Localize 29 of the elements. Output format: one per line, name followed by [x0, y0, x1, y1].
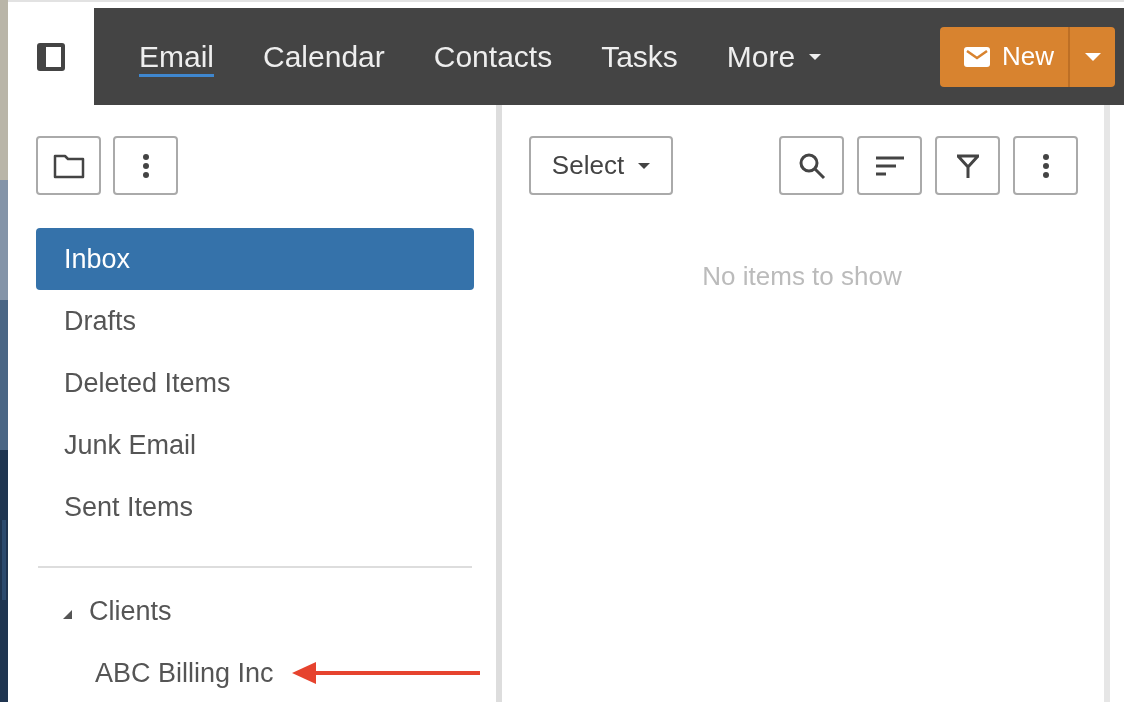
folder-group-label[interactable]: Clients — [89, 590, 172, 632]
sidebar-toggle-icon[interactable] — [36, 41, 66, 72]
filter-icon — [954, 152, 981, 179]
envelope-icon — [964, 46, 990, 67]
empty-message: No items to show — [701, 260, 903, 293]
more-options-button[interactable] — [113, 136, 178, 195]
nav-tab[interactable]: Calendar — [263, 40, 385, 77]
filter-button[interactable] — [935, 136, 1000, 195]
nav-tab[interactable]: Email — [139, 40, 214, 77]
select-dropdown[interactable]: Select — [529, 136, 673, 195]
expand-icon[interactable] — [63, 609, 72, 619]
more-options-button[interactable] — [1013, 136, 1078, 195]
search-button[interactable] — [779, 136, 844, 195]
folder-item[interactable]: Drafts — [36, 290, 474, 352]
caret-icon — [638, 162, 651, 169]
folder-item[interactable]: ABC Billing Inc — [95, 652, 274, 694]
nav-tab[interactable]: Tasks — [601, 40, 678, 77]
caret-icon — [809, 54, 822, 60]
folder-item[interactable]: Inbox — [36, 228, 474, 290]
vertical-dots-icon — [1041, 152, 1050, 179]
folder-item[interactable]: Deleted Items — [36, 352, 474, 414]
folder-item[interactable]: Junk Email — [36, 414, 474, 476]
more-menu[interactable]: More — [726, 40, 822, 77]
sort-button[interactable] — [857, 136, 922, 195]
nav-tab[interactable]: Contacts — [433, 40, 553, 77]
folder-item[interactable]: Sent Items — [36, 476, 474, 538]
folder-icon — [52, 152, 85, 179]
folder-button[interactable] — [36, 136, 101, 195]
vertical-dots-icon — [141, 152, 150, 179]
